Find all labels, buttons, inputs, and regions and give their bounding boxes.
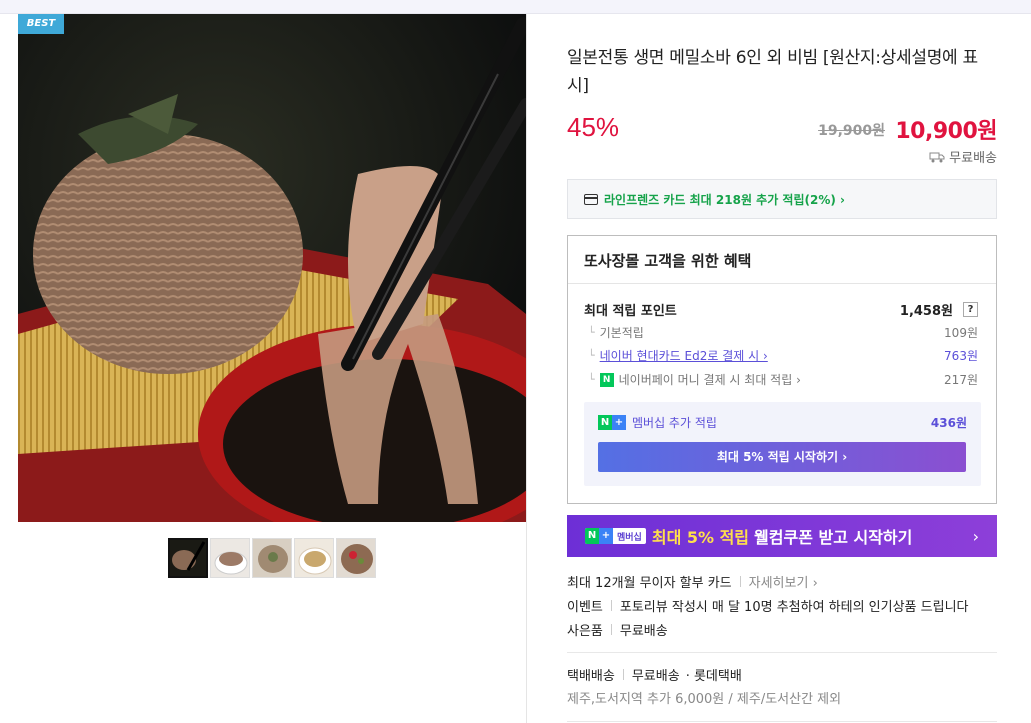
installment-text: 최대 12개월 무이자 할부 카드 [567,576,732,591]
credit-card-icon [584,193,598,205]
thumbnail-3[interactable] [252,538,292,578]
sale-price: 10,900원 [895,119,997,144]
event-row: 이벤트 포토리뷰 작성시 매 달 10명 추첨하여 하테의 인기상품 드립니다 [567,596,969,615]
product-gallery: BEST [18,14,527,723]
soba-photo [18,14,526,522]
top-bar [0,0,1031,14]
point-row-label: 기본적립 [599,326,644,340]
delivery-row: 택배배송 무료배송 · 롯데택배 [567,665,742,684]
gift-label: 사은품 [567,624,603,639]
membership-value: 436원 [930,416,967,430]
max-point-value: 1,458원 [899,304,953,319]
event-text: 포토리뷰 작성시 매 달 10명 추첨하여 하테의 인기상품 드립니다 [619,600,969,615]
point-row-value: 109원 [944,326,978,340]
tree-branch-icon: └ [588,373,595,386]
shipping-label: 무료배송 [949,151,997,166]
banner-text: 웰컴쿠폰 받고 시작하기 [754,528,913,547]
event-label: 이벤트 [567,600,603,615]
gift-row: 사은품 무료배송 [567,620,668,639]
thumbnail-5[interactable] [336,538,376,578]
divider [567,652,997,653]
product-title: 일본전통 생면 메밀소바 6인 외 비빔 [원산지:상세설명에 표시] [567,48,978,96]
installment-row: 최대 12개월 무이자 할부 카드 자세히보기 › [567,572,818,591]
point-row-basic: └ 기본적립 109원 [584,324,978,341]
npay-icon: N [599,372,614,387]
tree-branch-icon: └ [588,349,595,362]
point-row-npay: └ N 네이버페이 머니 결제 시 최대 적립 › 217원 [584,371,978,388]
shipping-info: 무료배송 [929,147,997,166]
naver-membership-tag: N + 멤버십 [585,528,646,544]
original-price: 19,900원 [818,123,885,139]
card-benefit[interactable]: 라인프렌즈 카드 최대 218원 추가 적립(2%) › [567,179,997,219]
point-row-value: 763원 [944,349,978,363]
point-row-hyundai: └ 네이버 현대카드 Ed2로 결제 시 › 763원 [584,347,978,364]
card-benefit-text: 라인프렌즈 카드 최대 218원 추가 적립(2%) › [604,192,845,207]
thumbnail-1[interactable] [168,538,208,578]
npay-link[interactable]: 네이버페이 머니 결제 시 최대 적립 › [619,371,801,388]
truck-icon [929,152,945,162]
thumbnail-strip [168,538,376,578]
delivery-label: 택배배송 [567,669,615,684]
thumbnail-2[interactable] [210,538,250,578]
best-badge: BEST [18,14,64,34]
divider [567,721,997,722]
hyundai-card-link[interactable]: 네이버 현대카드 Ed2로 결제 시 › [600,347,768,364]
membership-start-button[interactable]: 최대 5% 적립 시작하기 › [598,442,966,472]
help-icon[interactable]: ? [963,302,978,317]
delivery-extra: 제주,도서지역 추가 6,000원 / 제주/도서산간 제외 [567,692,842,707]
discount-rate: 45% [567,112,620,142]
delivery-carrier: · 롯데택배 [685,669,742,684]
membership-banner[interactable]: N + 멤버십 최대 5% 적립 웰컴쿠폰 받고 시작하기 › [567,515,997,557]
delivery-fee: 무료배송 [631,669,680,684]
benefit-box: 또사장몰 고객을 위한 혜택 최대 적립 포인트 1,458원? └ 기본적립 1… [567,235,997,504]
benefit-title: 또사장몰 고객을 위한 혜택 [568,236,996,284]
chevron-right-icon: › [972,526,979,546]
membership-label: 멤버십 추가 적립 [632,416,717,430]
max-point-label: 최대 적립 포인트 [584,304,677,319]
tree-branch-icon: └ [588,326,595,339]
max-point-row: 최대 적립 포인트 1,458원? [584,300,978,319]
banner-highlight: 최대 5% 적립 [651,528,750,547]
point-row-value: 217원 [944,373,978,387]
membership-box: N + 멤버십 추가 적립 436원 최대 5% 적립 시작하기 › [584,402,981,486]
naver-plus-icon: N + [598,415,626,430]
main-product-image[interactable]: BEST [18,14,526,522]
gift-text: 무료배송 [619,624,668,639]
detail-link[interactable]: 자세히보기 › [749,572,818,591]
thumbnail-4[interactable] [294,538,334,578]
